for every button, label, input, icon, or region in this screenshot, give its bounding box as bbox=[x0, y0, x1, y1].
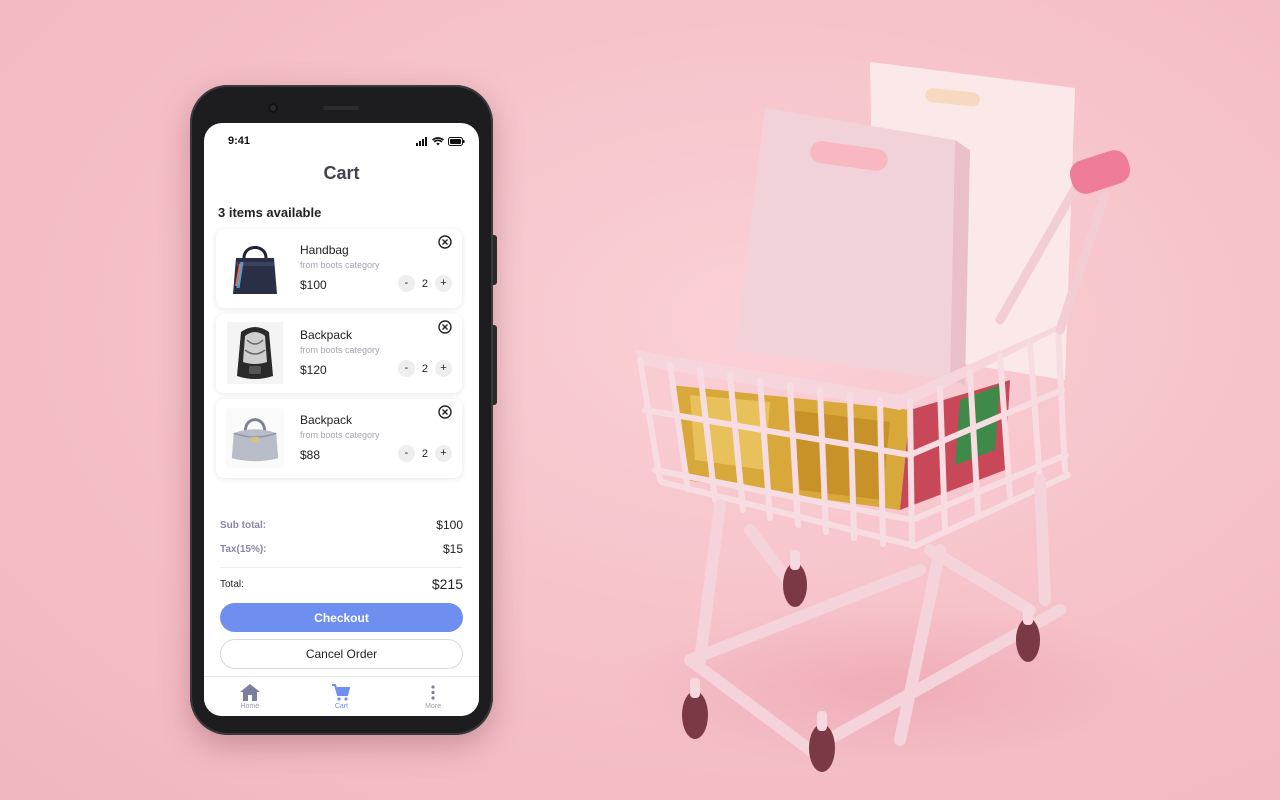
tax-label: Tax(15%): bbox=[220, 543, 267, 555]
tab-more-label: More bbox=[425, 702, 442, 710]
tab-home[interactable]: Home bbox=[215, 683, 285, 710]
item-price: $100 bbox=[300, 278, 327, 292]
decrease-qty-button[interactable]: - bbox=[397, 445, 415, 462]
phone-frame: 9:41 Cart 3 items available Handbag from… bbox=[190, 85, 497, 735]
subtotal-label: Sub total: bbox=[220, 519, 267, 531]
order-summary: Sub total: $100 Tax(15%): $15 Total: $21… bbox=[220, 513, 463, 596]
decrease-qty-button[interactable]: - bbox=[397, 275, 415, 292]
cart-item-list: Handbag from boots category $100 - 2 + B… bbox=[216, 229, 462, 484]
cancel-order-button[interactable]: Cancel Order bbox=[220, 639, 463, 669]
purse-icon bbox=[226, 407, 284, 469]
phone-volume-button bbox=[493, 325, 497, 405]
handbag-icon bbox=[226, 237, 284, 299]
increase-qty-button[interactable]: + bbox=[435, 360, 452, 377]
cart-item: Backpack from boots category $120 - 2 + bbox=[216, 314, 462, 393]
tab-cart-label: Cart bbox=[334, 702, 349, 710]
quantity-value: 2 bbox=[421, 277, 428, 290]
total-value: $215 bbox=[431, 576, 463, 592]
item-price: $120 bbox=[300, 363, 327, 377]
subtotal-row: Sub total: $100 bbox=[220, 513, 463, 537]
increase-qty-button[interactable]: + bbox=[435, 275, 452, 292]
phone-side-button bbox=[493, 235, 497, 285]
status-bar: 9:41 bbox=[204, 123, 479, 159]
tab-more[interactable]: More bbox=[398, 684, 468, 710]
item-name: Backpack bbox=[300, 328, 353, 342]
battery-icon bbox=[448, 136, 465, 146]
cart-item: Backpack from boots category $88 - 2 + bbox=[216, 399, 462, 478]
cart-icon bbox=[332, 683, 351, 701]
page-title: Cart bbox=[323, 163, 360, 183]
tab-cart[interactable]: Cart bbox=[306, 683, 376, 710]
item-category: from boots category bbox=[300, 430, 380, 440]
phone-screen: 9:41 Cart 3 items available Handbag from… bbox=[204, 123, 479, 716]
bottom-tab-bar: Home Cart More bbox=[204, 676, 479, 716]
remove-item-icon[interactable] bbox=[438, 405, 452, 419]
subtotal-value: $100 bbox=[436, 518, 463, 532]
status-icons bbox=[416, 136, 465, 146]
quantity-stepper: - 2 + bbox=[397, 445, 452, 462]
remove-item-icon[interactable] bbox=[438, 235, 452, 249]
item-category: from boots category bbox=[300, 260, 380, 270]
remove-item-icon[interactable] bbox=[438, 320, 452, 334]
status-time: 9:41 bbox=[228, 135, 251, 147]
increase-qty-button[interactable]: + bbox=[435, 445, 452, 462]
item-name: Handbag bbox=[300, 243, 349, 257]
total-label: Total: bbox=[220, 578, 244, 590]
tax-row: Tax(15%): $15 bbox=[220, 537, 463, 561]
backpack-icon bbox=[226, 322, 284, 384]
item-name: Backpack bbox=[300, 413, 353, 427]
signal-icon bbox=[416, 136, 427, 146]
cart-item: Handbag from boots category $100 - 2 + bbox=[216, 229, 462, 308]
quantity-stepper: - 2 + bbox=[397, 360, 452, 377]
wifi-icon bbox=[432, 136, 444, 145]
more-vertical-icon bbox=[431, 684, 435, 700]
item-category: from boots category bbox=[300, 345, 380, 355]
front-camera bbox=[268, 103, 278, 113]
tab-home-label: Home bbox=[240, 702, 260, 710]
quantity-value: 2 bbox=[421, 447, 428, 460]
home-icon bbox=[239, 683, 260, 701]
item-price: $88 bbox=[300, 448, 321, 462]
tax-value: $15 bbox=[442, 542, 463, 556]
summary-divider bbox=[220, 567, 463, 568]
quantity-stepper: - 2 + bbox=[397, 275, 452, 292]
decrease-qty-button[interactable]: - bbox=[397, 360, 415, 377]
checkout-button[interactable]: Checkout bbox=[220, 603, 463, 632]
shopping-cart-illustration bbox=[635, 62, 1131, 772]
earpiece-speaker bbox=[323, 106, 359, 110]
total-row: Total: $215 bbox=[220, 572, 463, 596]
items-count: 3 items available bbox=[218, 205, 322, 220]
quantity-value: 2 bbox=[421, 362, 428, 375]
